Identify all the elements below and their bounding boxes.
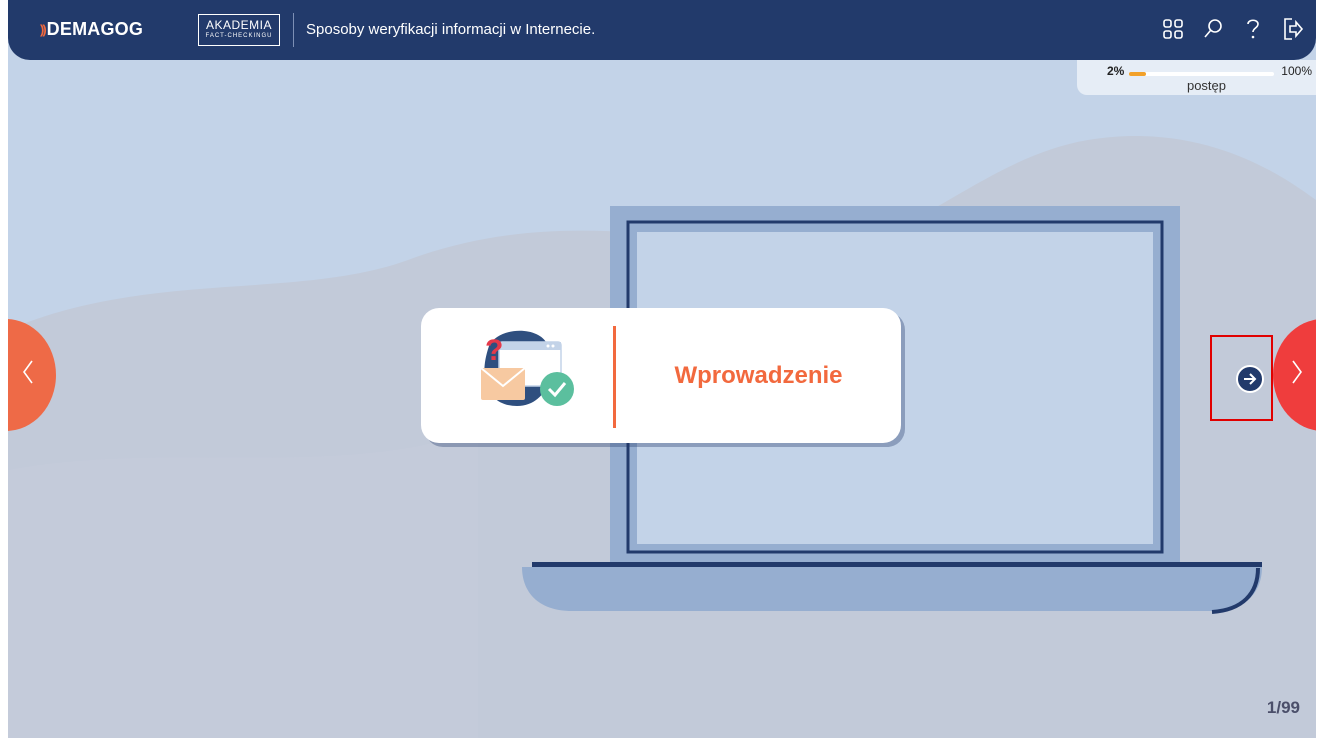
progress-caption: postęp — [1186, 78, 1227, 93]
help-icon[interactable] — [1242, 16, 1264, 42]
grid-icon[interactable] — [1162, 16, 1184, 42]
logo-waves: )) — [40, 22, 47, 37]
progress-end-label: 100% — [1281, 64, 1312, 78]
progress-panel: 2% 100% postęp — [1077, 60, 1316, 95]
top-bar: )) DEMAGOG AKADEMIA FACT-CHECKINGU Sposo… — [8, 0, 1316, 60]
header-divider — [293, 13, 294, 47]
arrow-right-circle-icon[interactable] — [1236, 365, 1264, 393]
exit-icon[interactable] — [1282, 16, 1304, 42]
email-verification-illustration: ? — [480, 330, 574, 406]
section-title: Wprowadzenie — [674, 361, 843, 389]
brand-name: DEMAGOG — [46, 19, 144, 39]
chevron-left-icon — [22, 359, 34, 392]
search-icon[interactable] — [1202, 16, 1224, 42]
toolbar-icons — [1162, 16, 1304, 42]
progress-fill — [1129, 72, 1147, 76]
demagog-logo[interactable]: )) DEMAGOG — [40, 19, 143, 40]
progress-track — [1129, 72, 1274, 76]
page-counter: 1/99 — [1266, 698, 1300, 717]
slide-stage: )) DEMAGOG AKADEMIA FACT-CHECKINGU Sposo… — [8, 0, 1316, 738]
akademia-logo: AKADEMIA FACT-CHECKINGU — [198, 14, 280, 46]
akademia-sub: FACT-CHECKINGU — [205, 33, 273, 39]
chevron-right-icon — [1291, 359, 1303, 392]
akademia-main: AKADEMIA — [205, 18, 272, 32]
progress-start-label: 2% — [1107, 64, 1125, 78]
svg-text:?: ? — [485, 334, 503, 367]
course-title: Sposoby weryfikacji informacji w Interne… — [306, 21, 596, 38]
section-card: ? Wprowadzenie — [421, 308, 901, 443]
